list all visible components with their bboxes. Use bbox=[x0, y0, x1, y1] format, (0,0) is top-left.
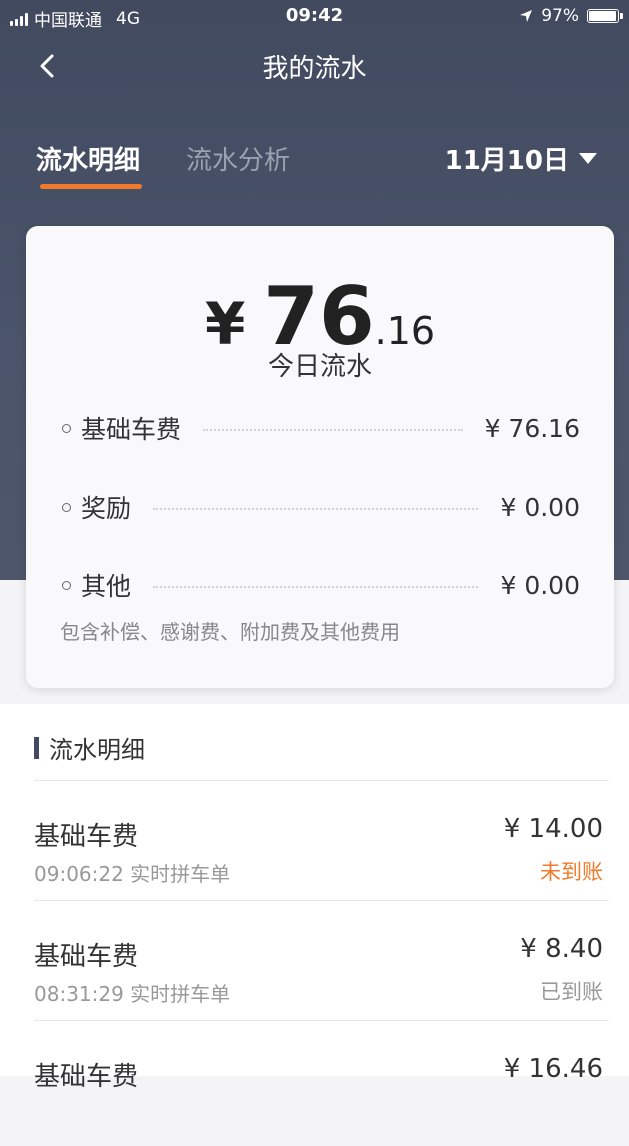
location-arrow-icon bbox=[520, 10, 533, 22]
section-marker bbox=[34, 736, 39, 759]
transaction-row[interactable]: 基础车费 ¥ 16.46 bbox=[34, 1034, 603, 1146]
bullet-icon bbox=[62, 423, 71, 433]
divider bbox=[34, 900, 609, 901]
date-label: 11月10日 bbox=[444, 146, 569, 176]
details-list: 流水明细 基础车费 09:06:22 实时拼车单 ¥ 14.00 未到账 基础车… bbox=[0, 704, 629, 1092]
bullet-icon bbox=[62, 580, 71, 590]
dotted-leader bbox=[153, 508, 479, 510]
transaction-status: 已到账 bbox=[540, 980, 603, 1004]
bullet-icon bbox=[62, 502, 71, 512]
transaction-row[interactable]: 基础车费 09:06:22 实时拼车单 ¥ 14.00 未到账 bbox=[34, 794, 603, 906]
breakdown-label: 基础车费 bbox=[81, 415, 182, 444]
summary-card: ¥76.16 今日流水 基础车费 ¥ 76.16 奖励 ¥ 0.00 其他 ¥ … bbox=[26, 226, 614, 688]
battery-percent: 97% bbox=[541, 6, 579, 26]
transaction-subtitle: 09:06:22 实时拼车单 bbox=[34, 862, 231, 886]
dotted-leader bbox=[153, 586, 479, 588]
battery-icon bbox=[587, 9, 623, 23]
breakdown-value: ¥ 0.00 bbox=[500, 492, 580, 522]
tab-details[interactable]: 流水明细 bbox=[36, 140, 140, 177]
transaction-title: 基础车费 bbox=[34, 1062, 139, 1092]
transaction-amount: ¥ 8.40 bbox=[520, 934, 603, 964]
breakdown-row-reward: 奖励 ¥ 0.00 bbox=[62, 487, 580, 527]
transaction-title: 基础车费 bbox=[34, 942, 139, 972]
tab-bar: 流水明细 流水分析 11月10日 bbox=[0, 130, 629, 200]
section-title: 流水明细 bbox=[34, 730, 145, 765]
status-bar: 中国联通 4G 09:42 97% bbox=[0, 0, 629, 34]
transaction-subtitle: 08:31:29 实时拼车单 bbox=[34, 982, 231, 1006]
breakdown-row-other: 其他 ¥ 0.00 bbox=[62, 565, 580, 605]
breakdown-value: ¥ 76.16 bbox=[484, 413, 580, 443]
battery-fill bbox=[589, 11, 617, 21]
transaction-amount: ¥ 14.00 bbox=[503, 814, 603, 844]
transaction-title: 基础车费 bbox=[34, 822, 139, 852]
tab-active-indicator bbox=[40, 184, 142, 189]
total-label: 今日流水 bbox=[267, 352, 372, 382]
dotted-leader bbox=[203, 429, 463, 431]
breakdown-value: ¥ 0.00 bbox=[500, 570, 580, 600]
transaction-row[interactable]: 基础车费 08:31:29 实时拼车单 ¥ 8.40 已到账 bbox=[34, 914, 603, 1026]
breakdown-label: 其他 bbox=[81, 572, 132, 601]
breakdown-label: 奖励 bbox=[81, 494, 132, 523]
transaction-amount: ¥ 16.46 bbox=[503, 1054, 603, 1084]
divider bbox=[34, 780, 609, 781]
nav-bar: 我的流水 bbox=[0, 34, 629, 98]
divider bbox=[34, 1020, 609, 1021]
breakdown-row-base-fare: 基础车费 ¥ 76.16 bbox=[62, 408, 580, 448]
other-note: 包含补偿、感谢费、附加费及其他费用 bbox=[60, 620, 400, 644]
transaction-status: 未到账 bbox=[540, 860, 603, 884]
caret-down-icon bbox=[579, 153, 597, 164]
date-picker[interactable]: 11月10日 bbox=[445, 140, 597, 177]
tab-analysis[interactable]: 流水分析 bbox=[186, 140, 290, 177]
page-title: 我的流水 bbox=[262, 54, 367, 84]
status-right: 97% bbox=[519, 6, 623, 26]
section-title-label: 流水明细 bbox=[49, 736, 145, 764]
